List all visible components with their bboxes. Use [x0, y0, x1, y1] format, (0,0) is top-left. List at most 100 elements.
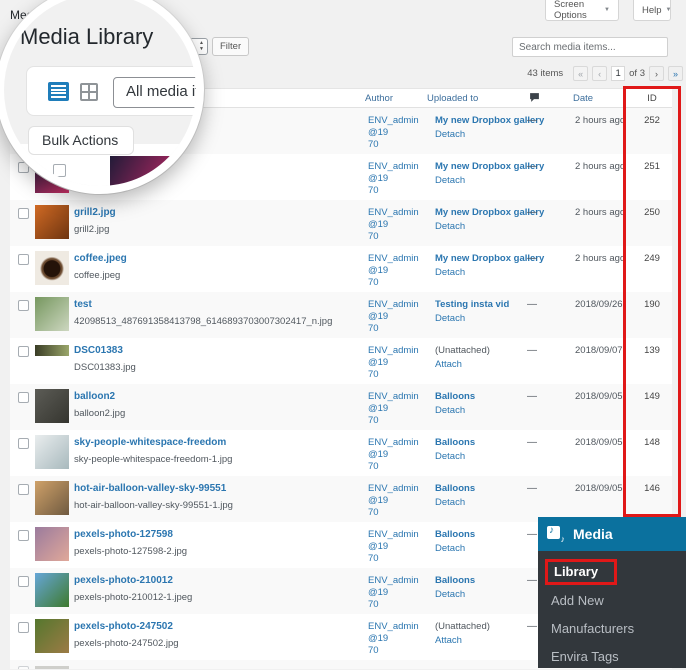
author-link[interactable]: ENV_admin@19 70 — [368, 345, 423, 381]
media-title-link[interactable]: pexels-photo-247502 — [74, 621, 364, 633]
media-thumbnail[interactable] — [35, 481, 69, 515]
media-title-link[interactable]: balloon2 — [74, 391, 364, 403]
comment-count: — — [527, 299, 537, 310]
attach-detach-link[interactable]: Detach — [435, 451, 535, 463]
table-row: coffee.jpeg coffee.jpeg ENV_admin@19 70 … — [10, 246, 672, 292]
screen-options-button[interactable]: Screen Options ▼ — [545, 0, 619, 21]
bulk-actions-dropdown[interactable]: Bulk Actions — [28, 126, 134, 155]
id-cell: 249 — [644, 253, 660, 264]
date-cell: 2018/09/26 — [575, 299, 623, 310]
menu-item-manufacturers[interactable]: Manufacturers — [538, 614, 686, 642]
author-link[interactable]: ENV_admin@19 70 — [368, 161, 423, 197]
media-thumbnail[interactable] — [35, 389, 69, 423]
row-checkbox[interactable] — [18, 576, 29, 587]
row-checkbox[interactable] — [18, 484, 29, 495]
attach-detach-link[interactable]: Attach — [435, 359, 535, 371]
media-filename: hot-air-balloon-valley-sky-99551-1.jpg — [74, 500, 233, 511]
last-page-button[interactable]: » — [668, 66, 683, 81]
media-menu-header[interactable]: ♪ ♪ Media — [538, 517, 686, 551]
row-checkbox[interactable] — [18, 438, 29, 449]
total-pages: of 3 — [629, 68, 645, 79]
author-link[interactable]: ENV_admin@19 70 — [368, 207, 423, 243]
row-checkbox[interactable] — [18, 208, 29, 219]
media-title-link[interactable]: grill2.jpg — [74, 207, 364, 219]
author-link[interactable]: ENV_admin@19 70 — [368, 621, 423, 657]
first-page-button[interactable]: « — [573, 66, 589, 81]
id-cell: 146 — [644, 483, 660, 494]
file-cell: pexels-photo-127598 pexels-photo-127598-… — [74, 529, 364, 557]
row-checkbox[interactable] — [18, 346, 29, 357]
pagination: 43 items « ‹ 1 of 3 › » — [527, 66, 683, 81]
media-title-link[interactable]: hot-air-balloon-valley-sky-99551 — [74, 483, 364, 495]
attach-detach-link[interactable]: Detach — [435, 267, 535, 279]
id-cell: 252 — [644, 115, 660, 126]
id-cell: 251 — [644, 161, 660, 172]
media-thumbnail[interactable] — [35, 297, 69, 331]
prev-page-button[interactable]: ‹ — [592, 66, 608, 81]
attach-detach-link[interactable]: Detach — [435, 589, 535, 601]
attach-detach-link[interactable]: Detach — [435, 175, 535, 187]
media-thumbnail[interactable] — [35, 573, 69, 607]
search-input[interactable] — [512, 37, 668, 57]
file-cell: grill2.jpg grill2.jpg — [74, 207, 364, 235]
media-title-link[interactable]: test — [74, 299, 364, 311]
author-link[interactable]: ENV_admin@19 70 — [368, 483, 423, 519]
attach-detach-link[interactable]: Detach — [435, 497, 535, 509]
media-title-link[interactable]: pexels-photo-127598 — [74, 529, 364, 541]
author-line: 70 — [368, 277, 379, 288]
media-title-link[interactable]: pexels-photo-210012 — [74, 575, 364, 587]
author-line: ENV_admin@19 — [368, 115, 419, 138]
attach-detach-link[interactable]: Detach — [435, 129, 535, 141]
attach-detach-link[interactable]: Detach — [435, 313, 535, 325]
filter-button[interactable]: Filter — [212, 37, 250, 56]
row-checkbox[interactable] — [18, 622, 29, 633]
id-cell: 139 — [644, 345, 660, 356]
author-line: ENV_admin@19 — [368, 621, 419, 644]
author-line: ENV_admin@19 — [368, 345, 419, 368]
next-page-button[interactable]: › — [649, 66, 664, 81]
file-cell: sky-people-whitespace-freedom sky-people… — [74, 437, 364, 465]
attach-detach-link[interactable]: Detach — [435, 543, 535, 555]
author-link[interactable]: ENV_admin@19 70 — [368, 437, 423, 473]
menu-item-envira-tags[interactable]: Envira Tags — [538, 642, 686, 670]
menu-item-library[interactable]: Library — [538, 558, 686, 586]
help-button[interactable]: Help ▼ — [633, 0, 672, 21]
row-checkbox[interactable] — [18, 254, 29, 265]
author-link[interactable]: ENV_admin@19 70 — [368, 299, 423, 335]
media-title-link[interactable]: DSC01383 — [74, 345, 364, 357]
file-cell: test 42098513_487691358413798_6146893703… — [74, 299, 364, 327]
author-link[interactable]: ENV_admin@19 70 — [368, 253, 423, 289]
media-thumbnail[interactable] — [35, 527, 69, 561]
media-thumbnail[interactable] — [35, 619, 69, 653]
author-link[interactable]: ENV_admin@19 70 — [368, 529, 423, 565]
chevron-down-icon: ▼ — [665, 7, 672, 13]
media-title-link[interactable]: sky-people-whitespace-freedom — [74, 437, 364, 449]
author-link[interactable]: ENV_admin@19 70 — [368, 391, 423, 427]
list-view-icon[interactable] — [48, 82, 69, 101]
media-thumbnail[interactable] — [35, 251, 69, 285]
attach-detach-link[interactable]: Attach — [435, 635, 535, 647]
column-header-author[interactable]: Author — [365, 93, 393, 104]
column-header-uploaded-to[interactable]: Uploaded to — [427, 93, 478, 104]
menu-item-add-new[interactable]: Add New — [538, 586, 686, 614]
row-checkbox[interactable] — [53, 164, 66, 177]
attach-detach-link[interactable]: Detach — [435, 221, 535, 233]
media-thumbnail[interactable] — [35, 205, 69, 239]
all-media-dropdown[interactable]: All media items — [113, 77, 196, 108]
media-icon: ♪ ♪ — [547, 525, 565, 544]
media-thumbnail[interactable] — [35, 435, 69, 469]
row-checkbox[interactable] — [18, 392, 29, 403]
author-line: 70 — [368, 139, 379, 150]
items-count: 43 items — [527, 68, 564, 79]
table-row: sky-people-whitespace-freedom sky-people… — [10, 430, 672, 476]
file-cell: pexels-photo-247502 pexels-photo-247502.… — [74, 621, 364, 649]
media-thumbnail[interactable] — [35, 343, 69, 377]
attach-detach-link[interactable]: Detach — [435, 405, 535, 417]
column-header-date[interactable]: Date — [573, 93, 593, 104]
row-checkbox[interactable] — [18, 530, 29, 541]
row-checkbox[interactable] — [18, 300, 29, 311]
author-link[interactable]: ENV_admin@19 70 — [368, 575, 423, 611]
grid-view-icon[interactable] — [80, 83, 98, 101]
media-title-link[interactable]: coffee.jpeg — [74, 253, 364, 265]
author-link[interactable]: ENV_admin@19 70 — [368, 115, 423, 151]
